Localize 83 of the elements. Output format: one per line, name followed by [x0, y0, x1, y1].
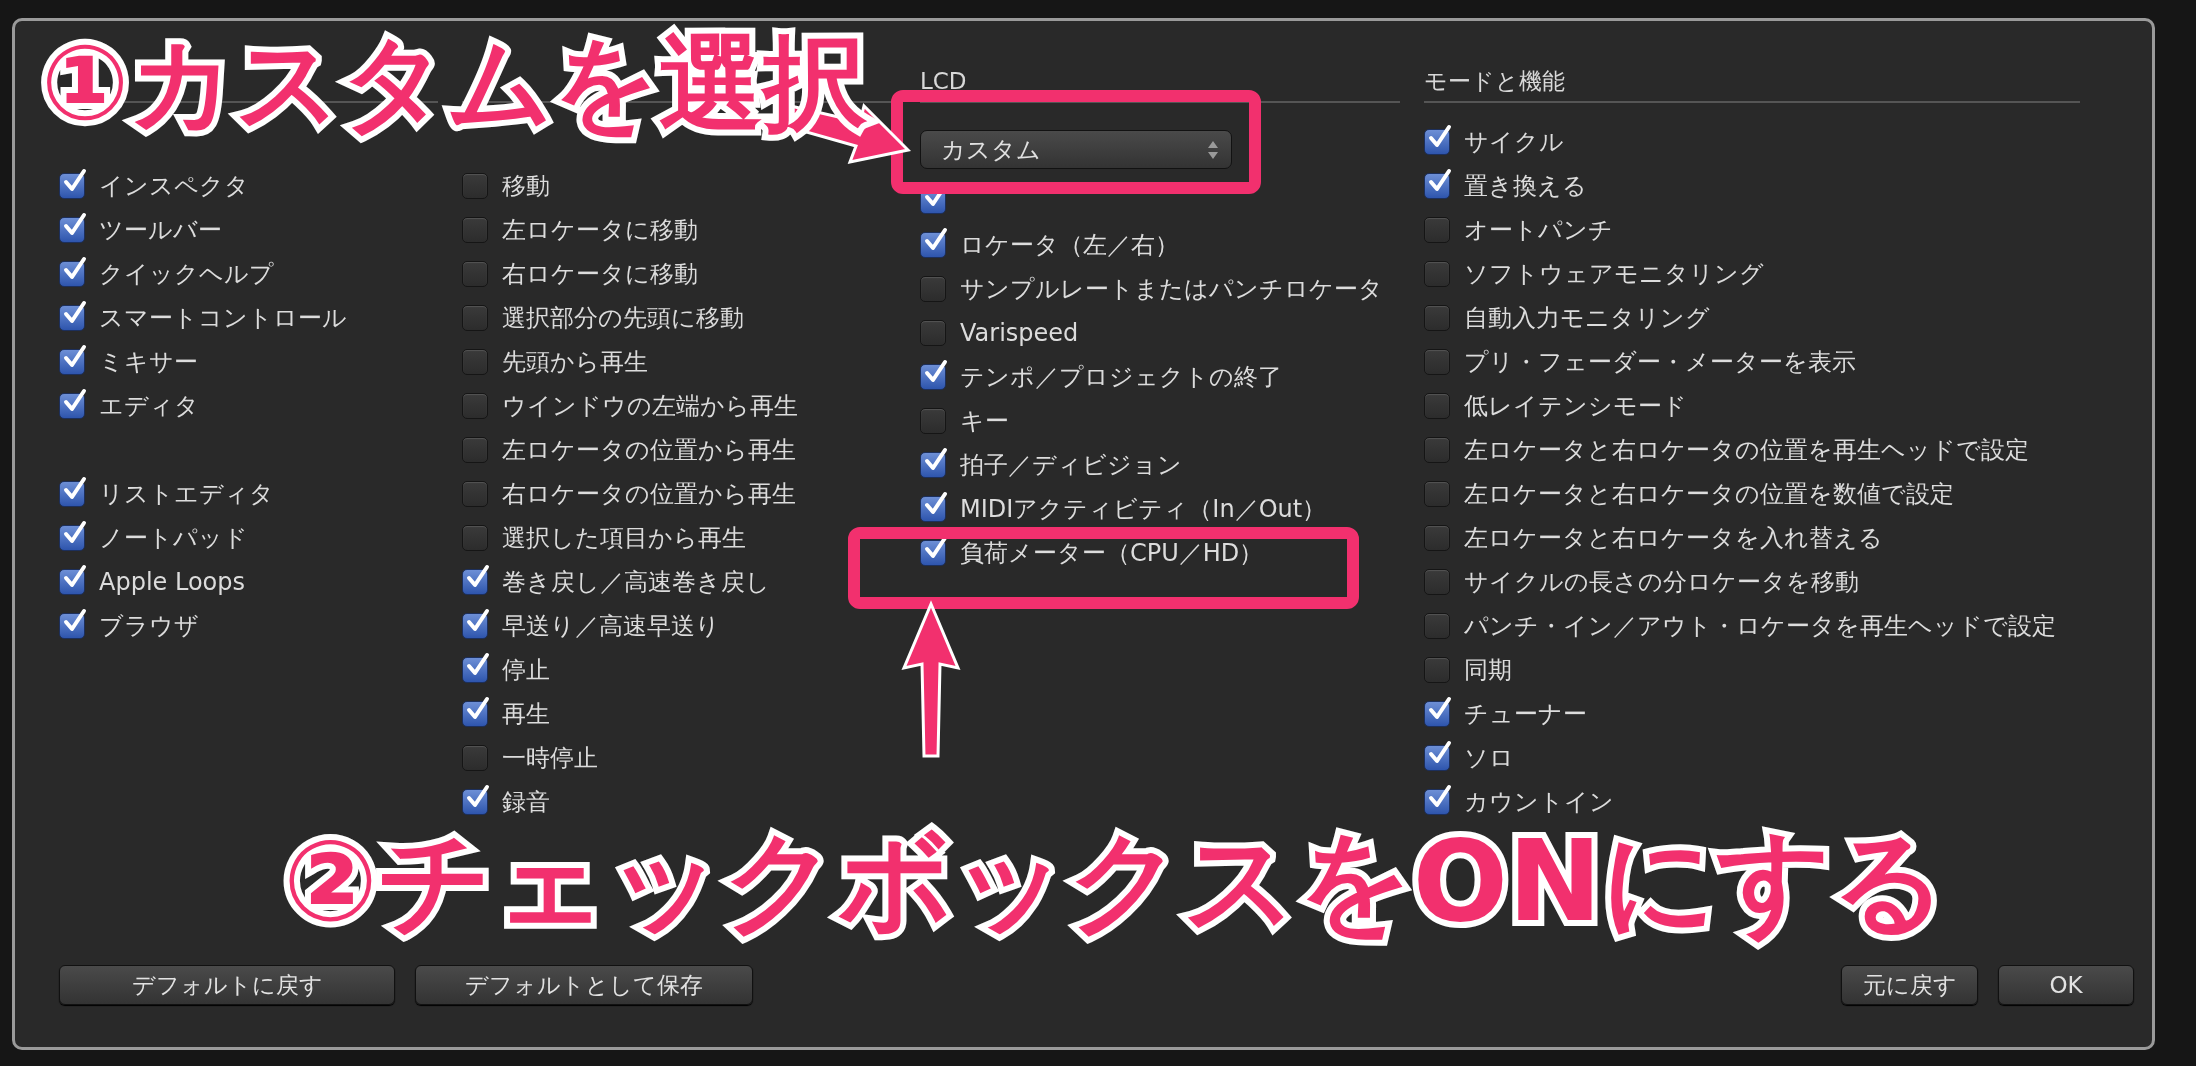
- checkbox-label: Apple Loops: [99, 568, 245, 596]
- checkbox-label: インスペクタ: [99, 171, 249, 202]
- checkbox-label: スマートコントロール: [99, 303, 347, 334]
- checkbox[interactable]: [1424, 525, 1450, 551]
- dialog-button[interactable]: 元に戻す: [1841, 965, 1978, 1005]
- checkbox-label: 負荷メーター（CPU／HD）: [960, 538, 1264, 569]
- checkbox-label: ソフトウェアモニタリング: [1464, 259, 1764, 290]
- checkbox-label: MIDIアクティビティ（In／Out）: [960, 494, 1327, 525]
- lcd-dropdown[interactable]: カスタム: [920, 130, 1232, 169]
- checkbox-label: 一時停止: [502, 743, 598, 774]
- checkbox-label: リストエディタ: [99, 479, 274, 510]
- checkbox[interactable]: [1424, 613, 1450, 639]
- checkbox-label: 右ロケータの位置から再生: [502, 479, 796, 510]
- checkbox-label: ソロ: [1464, 743, 1514, 774]
- checkbox[interactable]: [462, 261, 488, 287]
- checkbox[interactable]: [1424, 305, 1450, 331]
- checkbox-label: カウントイン: [1464, 787, 1614, 818]
- checkbox-label: ウインドウの左端から再生: [502, 391, 798, 422]
- checkbox-label: パンチ・イン／アウト・ロケータを再生ヘッドで設定: [1464, 611, 2056, 642]
- checkbox-label: 左ロケータと右ロケータを入れ替える: [1464, 523, 1883, 554]
- checkbox-label: ノートパッド: [99, 523, 248, 554]
- checkbox-label: チューナー: [1464, 699, 1587, 730]
- checkbox-label: 拍子／ディビジョン: [960, 450, 1182, 481]
- checkbox[interactable]: [1424, 261, 1450, 287]
- checkbox[interactable]: [462, 481, 488, 507]
- checkbox-label: 左ロケータの位置から再生: [502, 435, 796, 466]
- checkbox-label: テンポ／プロジェクトの終了: [960, 362, 1282, 393]
- checkbox-label: ツールバー: [99, 215, 222, 246]
- checkbox-label: キー: [960, 406, 1009, 437]
- checkbox-label: ブラウザ: [99, 611, 199, 642]
- checkbox-label: 低レイテンシモード: [1464, 391, 1687, 422]
- checkbox[interactable]: [462, 305, 488, 331]
- checkbox[interactable]: [920, 276, 946, 302]
- step-caption: ①カスタムを選択: [34, 24, 875, 142]
- checkbox-label: 移動: [502, 171, 550, 202]
- checkbox-label: 置き換える: [1464, 171, 1587, 202]
- checkbox[interactable]: [462, 437, 488, 463]
- checkbox-label: 停止: [502, 655, 550, 686]
- checkbox-label: サンプルレートまたはパンチロケータ: [960, 274, 1383, 305]
- dialog-button[interactable]: デフォルトに戻す: [59, 965, 395, 1005]
- step-caption: ②チェックボックスをONにする: [282, 818, 1948, 944]
- checkbox-label: 録音: [502, 787, 550, 818]
- checkbox[interactable]: [1424, 437, 1450, 463]
- section-heading: モードと機能: [1424, 66, 1565, 96]
- checkbox-label: 選択部分の先頭に移動: [502, 303, 744, 334]
- checkbox-label: 同期: [1464, 655, 1512, 686]
- checkbox[interactable]: [462, 349, 488, 375]
- checkbox[interactable]: [1424, 393, 1450, 419]
- checkbox[interactable]: [462, 217, 488, 243]
- checkbox[interactable]: [462, 745, 488, 771]
- checkbox-label: 自動入力モニタリング: [1464, 303, 1710, 334]
- checkbox[interactable]: [1424, 217, 1450, 243]
- checkbox-label: Varispeed: [960, 319, 1079, 347]
- checkbox-label: サイクル: [1464, 127, 1564, 158]
- checkbox-label: 左ロケータと右ロケータの位置を数値で設定: [1464, 479, 1954, 510]
- checkbox-label: プリ・フェーダー・メーターを表示: [1464, 347, 1856, 378]
- checkbox-label: 再生: [502, 699, 550, 730]
- checkbox[interactable]: [462, 393, 488, 419]
- checkbox[interactable]: [920, 540, 946, 566]
- checkbox[interactable]: [1424, 569, 1450, 595]
- checkbox[interactable]: [1424, 657, 1450, 683]
- checkbox-label: サイクルの長さの分ロケータを移動: [1464, 567, 1859, 598]
- checkbox-label: 選択した項目から再生: [502, 523, 746, 554]
- dialog-button[interactable]: デフォルトとして保存: [415, 965, 753, 1005]
- checkbox[interactable]: [1424, 349, 1450, 375]
- checkbox-label: ロケータ（左／右）: [960, 230, 1179, 261]
- checkbox[interactable]: [462, 525, 488, 551]
- ok-button[interactable]: OK: [1998, 965, 2134, 1005]
- checkbox[interactable]: [920, 408, 946, 434]
- checkbox-label: 左ロケータに移動: [502, 215, 698, 246]
- checkbox-label: オートパンチ: [1464, 215, 1613, 246]
- checkbox-label: 早送り／高速早送り: [502, 611, 720, 642]
- checkbox-label: クイックヘルプ: [99, 259, 274, 290]
- checkbox-label: ミキサー: [99, 347, 198, 378]
- checkbox-label: 先頭から再生: [502, 347, 648, 378]
- checkbox-label: エディタ: [99, 391, 199, 422]
- checkbox-label: 左ロケータと右ロケータの位置を再生ヘッドで設定: [1464, 435, 2029, 466]
- checkbox[interactable]: [920, 320, 946, 346]
- checkbox[interactable]: [1424, 481, 1450, 507]
- checkbox-label: 右ロケータに移動: [502, 259, 698, 290]
- checkbox[interactable]: [462, 173, 488, 199]
- section-heading: LCD: [920, 68, 967, 94]
- checkbox-label: 巻き戻し／高速巻き戻し: [502, 567, 770, 598]
